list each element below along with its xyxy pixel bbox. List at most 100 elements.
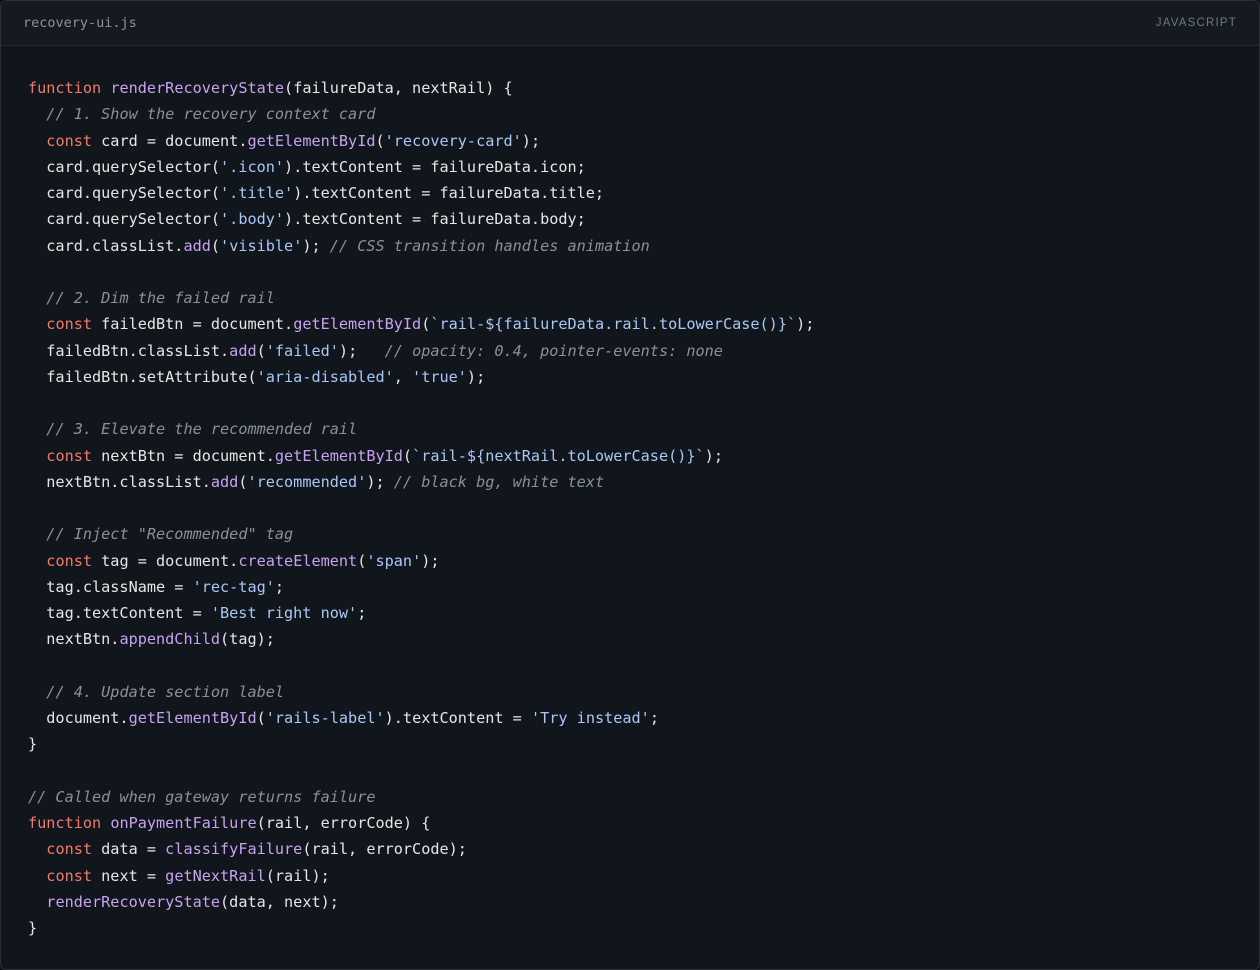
code-token: nextBtn.: [28, 630, 120, 649]
code-line: const next = getNextRail(rail);: [28, 863, 814, 889]
code-token: // 2. Dim the failed rail: [46, 289, 275, 307]
code-line: function renderRecoveryState(failureData…: [28, 75, 814, 101]
code-line: // Inject "Recommended" tag: [28, 521, 814, 547]
code-token: );: [421, 551, 440, 570]
code-token: add: [210, 472, 239, 491]
code-token: nextBtn = document.: [92, 446, 275, 465]
code-token: // black bg, white text: [393, 472, 605, 491]
code-token: getNextRail: [165, 866, 266, 885]
code-token: ).textContent = failureData.title;: [293, 184, 605, 202]
code-token: // CSS transition handles animation: [329, 236, 650, 255]
code-token: const: [46, 840, 93, 859]
code-window: recovery-ui.js JAVASCRIPT function rende…: [0, 0, 1260, 970]
code-line: card.querySelector('.body').textContent …: [28, 206, 814, 232]
code-token: ).textContent = failureData.body;: [284, 210, 586, 229]
code-token: card.classList.: [28, 236, 184, 255]
code-token: // 4. Update section label: [46, 682, 285, 701]
code-token: const: [46, 446, 93, 465]
code-token: tag.className =: [28, 577, 193, 596]
code-token: card.querySelector(: [28, 210, 221, 229]
code-token: const: [46, 131, 93, 150]
code-token: ,: [393, 367, 413, 386]
code-token: const: [46, 551, 93, 570]
code-token: renderRecoveryState: [110, 79, 285, 97]
code-token: (: [421, 315, 431, 334]
code-line: failedBtn.classList.add('failed'); // op…: [28, 338, 814, 364]
code-token: tag.textContent =: [28, 604, 211, 622]
code-line: // Called when gateway returns failure: [28, 784, 814, 810]
code-line: tag.className = 'rec-tag';: [28, 574, 814, 600]
code-line: card.querySelector('.icon').textContent …: [28, 154, 814, 180]
code-token: 'true': [412, 367, 467, 386]
code-token: failedBtn.setAttribute(: [28, 367, 257, 386]
code-token: );: [521, 131, 541, 150]
code-line: // 1. Show the recovery context card: [28, 101, 814, 127]
code-token: (failureData, nextRail) {: [284, 79, 513, 97]
code-token: add: [229, 341, 257, 360]
code-token: '.icon': [220, 157, 285, 176]
code-token: (: [256, 709, 266, 727]
code-token: function: [28, 79, 102, 97]
code-line: renderRecoveryState(data, next);: [28, 889, 814, 915]
code-token: document.: [28, 709, 129, 727]
code-token: ;: [274, 577, 285, 596]
code-token: '.title': [220, 184, 294, 202]
code-token: }: [28, 919, 38, 937]
code-token: `rail-${failureData.rail.toLowerCase()}`: [430, 315, 797, 334]
code-header: recovery-ui.js JAVASCRIPT: [1, 1, 1259, 46]
code-token: );: [366, 472, 394, 491]
code-token: (: [375, 131, 385, 150]
code-token: ;: [649, 709, 659, 727]
code-token: (: [402, 446, 413, 465]
code-token: getElementById: [247, 131, 376, 150]
code-line: document.getElementById('rails-label').t…: [28, 705, 814, 731]
code-block[interactable]: function renderRecoveryState(failureData…: [28, 75, 814, 941]
code-token: 'recommended': [247, 472, 367, 491]
code-token: // 1. Show the recovery context card: [46, 105, 376, 124]
code-token: (: [210, 236, 221, 255]
code-token: );: [796, 315, 815, 334]
code-token: (rail, errorCode);: [302, 840, 467, 859]
code-token: card.querySelector(: [28, 157, 221, 176]
code-line: nextBtn.classList.add('recommended'); //…: [28, 469, 814, 495]
code-token: createElement: [238, 551, 358, 570]
code-line: // 3. Elevate the recommended rail: [28, 416, 814, 442]
code-token: getElementById: [293, 315, 422, 334]
code-token: onPaymentFailure: [110, 814, 257, 832]
code-token: const: [46, 866, 93, 885]
code-token: ).textContent = failureData.icon;: [284, 157, 586, 176]
code-token: 'Try instead': [530, 709, 650, 727]
code-token: // 3. Elevate the recommended rail: [46, 420, 358, 439]
code-token: 'recovery-card': [384, 131, 522, 150]
code-token: 'aria-disabled': [256, 367, 394, 386]
code-line: // 2. Dim the failed rail: [28, 285, 814, 311]
code-token: );: [302, 236, 330, 255]
code-line: card.querySelector('.title').textContent…: [28, 180, 814, 206]
language-label: JAVASCRIPT: [1155, 17, 1237, 29]
code-token: card = document.: [92, 131, 248, 150]
code-token: failedBtn.classList.: [28, 341, 230, 360]
code-token: 'rec-tag': [192, 577, 275, 596]
code-line: // 4. Update section label: [28, 679, 814, 705]
code-line: tag.textContent = 'Best right now';: [28, 600, 814, 626]
code-line: }: [28, 915, 814, 941]
code-token: classifyFailure: [165, 840, 303, 859]
code-token: failedBtn = document.: [92, 315, 294, 334]
code-token: next =: [92, 866, 166, 885]
code-token: (data, next);: [220, 892, 339, 911]
code-token: 'span': [366, 551, 422, 570]
